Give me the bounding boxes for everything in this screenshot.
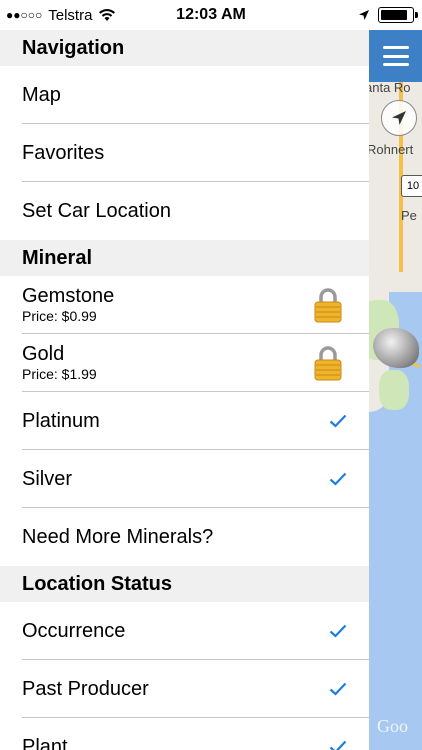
map-label-town: Rohnert <box>369 142 414 157</box>
menu-item-label: Set Car Location <box>22 199 171 222</box>
menu-item-label: Silver <box>22 467 73 490</box>
menu-item-label: Platinum <box>22 409 100 432</box>
menu-item-need-more-minerals[interactable]: Need More Minerals? <box>0 508 369 566</box>
menu-item-label: Gold <box>22 343 65 365</box>
checkmark-icon <box>329 682 347 696</box>
menu-item-label: Gemstone <box>22 285 115 307</box>
menu-item-platinum[interactable]: Platinum <box>0 392 369 450</box>
menu-item-price: Price: $1.99 <box>22 366 97 382</box>
map-attribution: Goo <box>377 716 408 736</box>
section-header-location-status: Location Status <box>0 566 369 602</box>
menu-item-label: Map <box>22 83 61 106</box>
menu-item-favorites[interactable]: Favorites <box>0 124 369 182</box>
menu-item-price: Price: $0.99 <box>22 308 97 324</box>
map-label-town: anta Ro <box>369 80 411 95</box>
side-menu: Navigation Map Favorites Set Car Locatio… <box>0 30 369 750</box>
menu-item-set-car-location[interactable]: Set Car Location <box>0 182 369 240</box>
map-header-bar <box>369 30 422 82</box>
checkmark-icon <box>329 624 347 638</box>
checkmark-icon <box>329 740 347 750</box>
menu-item-gemstone[interactable]: Gemstone Price: $0.99 <box>0 276 369 334</box>
menu-item-label: Need More Minerals? <box>22 525 214 548</box>
carrier-name: Telstra <box>48 6 93 24</box>
menu-item-silver[interactable]: Silver <box>0 450 369 508</box>
menu-icon[interactable] <box>382 46 409 66</box>
battery-icon <box>378 7 418 23</box>
menu-item-label: Occurrence <box>22 619 126 642</box>
section-header-navigation: Navigation <box>0 30 369 66</box>
wifi-icon <box>99 9 116 21</box>
lock-icon <box>314 288 342 323</box>
highway-shield-icon: 10 <box>401 175 422 197</box>
map-view[interactable]: anta Ro Rohnert Pe 10 Goo <box>369 0 422 750</box>
menu-item-past-producer[interactable]: Past Producer <box>0 660 369 718</box>
location-services-icon <box>359 10 369 20</box>
lock-icon <box>314 346 342 381</box>
menu-item-plant[interactable]: Plant <box>0 718 369 750</box>
locate-me-button[interactable] <box>381 100 417 136</box>
checkmark-icon <box>329 414 347 428</box>
menu-item-gold[interactable]: Gold Price: $1.99 <box>0 334 369 392</box>
menu-item-map[interactable]: Map <box>0 66 369 124</box>
section-header-mineral: Mineral <box>0 240 369 276</box>
map-label-town: Pe <box>401 208 417 223</box>
map-park <box>379 370 409 410</box>
menu-item-label: Favorites <box>22 141 105 164</box>
checkmark-icon <box>329 472 347 486</box>
menu-item-occurrence[interactable]: Occurrence <box>0 602 369 660</box>
status-bar: ●●○○○ Telstra 12:03 AM <box>0 0 422 30</box>
menu-item-label: Past Producer <box>22 677 149 700</box>
navigation-arrow-icon <box>392 111 406 125</box>
menu-item-label: Plant <box>22 735 68 750</box>
signal-strength-icon: ●●○○○ <box>6 8 43 22</box>
